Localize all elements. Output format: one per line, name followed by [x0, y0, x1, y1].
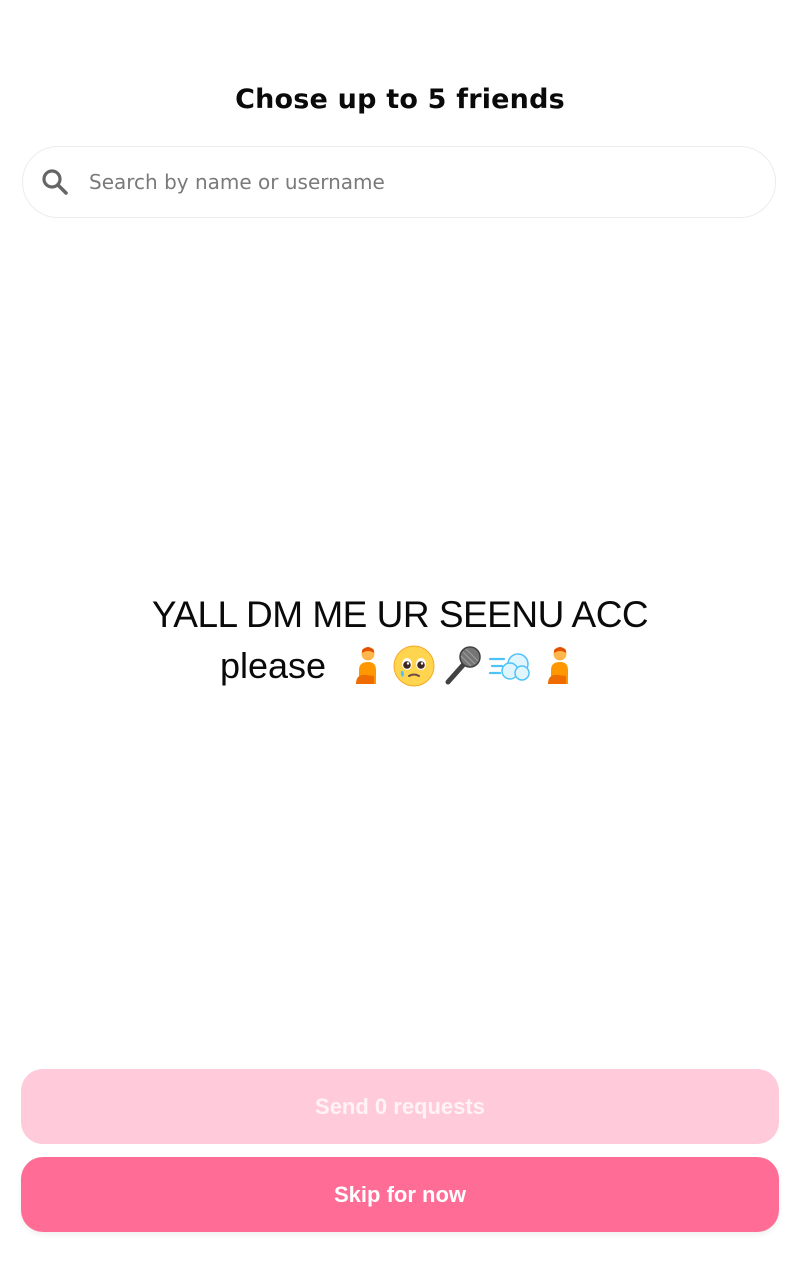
microphone-icon	[445, 646, 481, 685]
dash-icon	[488, 653, 530, 681]
person-icon	[356, 647, 377, 684]
story-line-2: please	[0, 640, 800, 692]
story-text: YALL DM ME UR SEENU ACC please	[0, 590, 800, 692]
story-line-1: YALL DM ME UR SEENU ACC	[151, 594, 649, 635]
choose-friends-screen: Chose up to 5 friends YALL DM ME UR SEEN…	[0, 0, 800, 1280]
skip-button[interactable]: Skip for now	[21, 1157, 779, 1232]
pleading-face-icon	[393, 645, 435, 687]
person-icon	[548, 647, 569, 684]
story-word-please: please	[219, 645, 327, 686]
search-bar[interactable]	[22, 146, 776, 218]
page-title: Chose up to 5 friends	[235, 84, 565, 115]
search-icon	[42, 169, 68, 195]
send-requests-button[interactable]: Send 0 requests	[21, 1069, 779, 1144]
search-input[interactable]	[89, 161, 729, 203]
